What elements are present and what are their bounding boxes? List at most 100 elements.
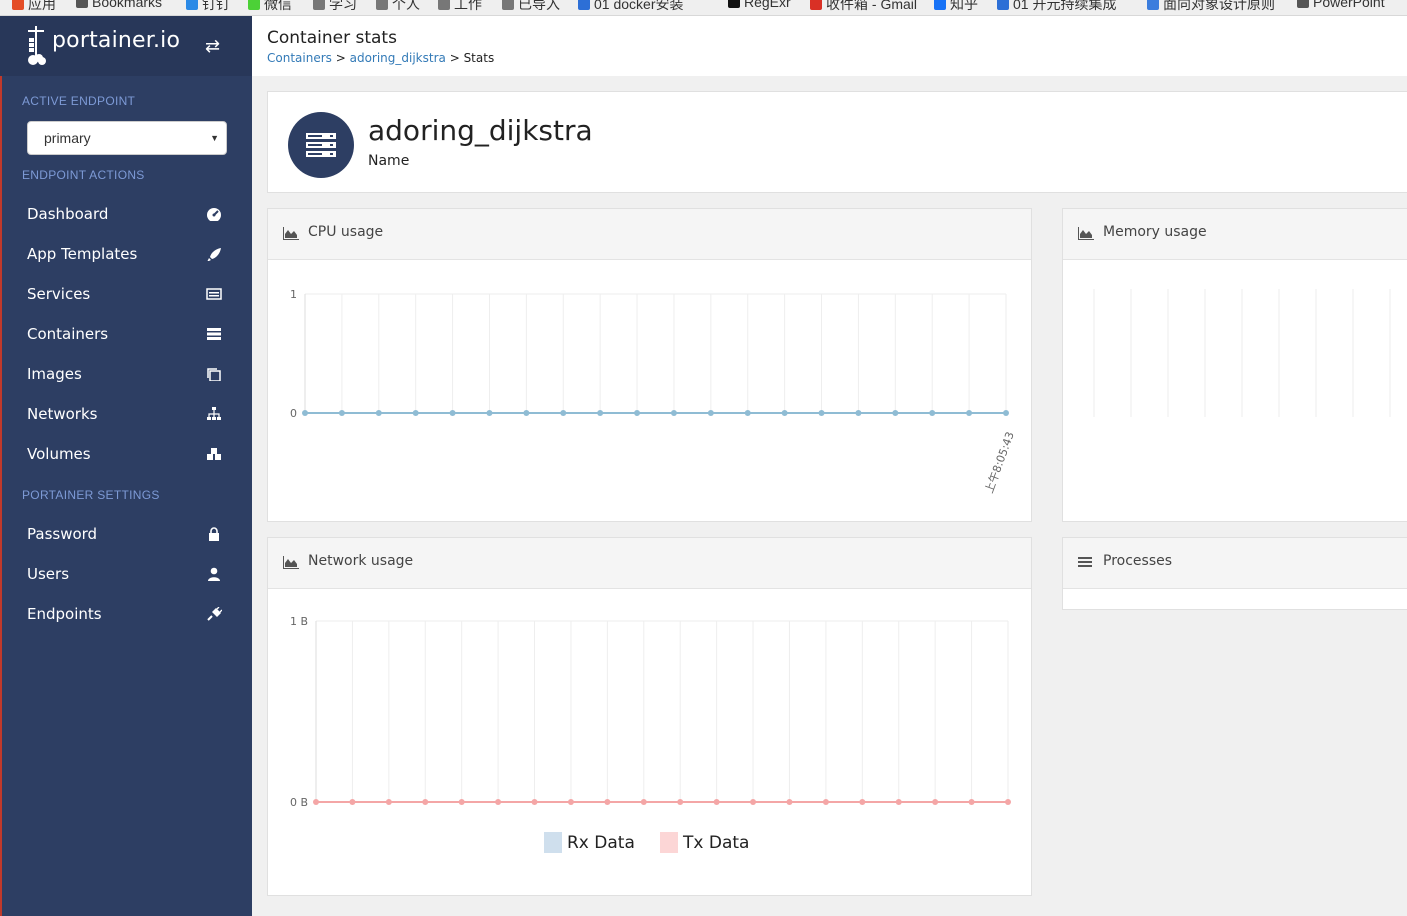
container-name: adoring_dijkstra: [368, 114, 593, 147]
bookmark-favicon-icon: [997, 0, 1009, 10]
bookmark-favicon-icon: [12, 0, 24, 10]
bookmark-favicon-icon: [76, 0, 88, 8]
sidebar-item-networks[interactable]: Networks: [0, 394, 252, 434]
sidebar-item-label: Dashboard: [27, 205, 109, 223]
brand-name: portainer.io: [52, 28, 181, 53]
data-point: [486, 410, 493, 416]
chevron-down-icon: ▼: [210, 133, 219, 143]
y-tick-label: 1 B: [290, 615, 308, 628]
sidebar-item-label: Images: [27, 365, 82, 383]
sidebar-item-services[interactable]: Services: [0, 274, 252, 314]
server-icon: [306, 133, 336, 157]
processes-panel-header: Processes: [1063, 538, 1407, 589]
legend-label: Rx Data: [567, 833, 635, 853]
bookmark-item[interactable]: PowerPoint: [1297, 0, 1385, 10]
user-icon: [208, 567, 220, 581]
endpoint-select-value: primary: [44, 130, 91, 146]
bookmark-item[interactable]: 01 docker安装: [578, 0, 683, 14]
data-point: [385, 799, 392, 805]
bookmark-item[interactable]: 收件箱 - Gmail: [810, 0, 917, 14]
breadcrumb-separator: >: [445, 51, 464, 65]
sidebar-item-label: Users: [27, 565, 70, 583]
bookmark-item[interactable]: Bookmarks: [76, 0, 162, 10]
sidebar-item-users[interactable]: Users: [0, 554, 252, 594]
data-point: [1005, 799, 1011, 805]
breadcrumb-containers-link[interactable]: Containers: [267, 51, 332, 65]
data-point: [560, 410, 567, 416]
bookmark-label: RegExr: [744, 0, 791, 10]
sidebar-item-password[interactable]: Password: [0, 514, 252, 554]
data-point: [449, 410, 456, 416]
bookmark-label: 01 docker安装: [594, 0, 684, 12]
sidebar-item-volumes[interactable]: Volumes: [0, 434, 252, 474]
plug-icon: [207, 607, 222, 621]
bookmark-item[interactable]: RegExr: [728, 0, 791, 10]
bookmark-item[interactable]: 应用: [12, 0, 56, 14]
services-list-icon: [206, 288, 222, 300]
memory-panel-title: Memory usage: [1103, 224, 1207, 240]
cpu-usage-chart: 0 1 上午8:05:43: [290, 288, 1017, 495]
bookmark-item[interactable]: 个人: [376, 0, 420, 14]
breadcrumb: Containers > adoring_dijkstra > Stats: [267, 51, 494, 65]
bookmark-favicon-icon: [728, 0, 740, 8]
legend-swatch: [660, 832, 678, 853]
sidebar-item-endpoints[interactable]: Endpoints: [0, 594, 252, 634]
data-point: [375, 410, 382, 416]
sidebar-item-app-templates[interactable]: App Templates: [0, 234, 252, 274]
breadcrumb-container-link[interactable]: adoring_dijkstra: [350, 51, 446, 65]
bookmark-favicon-icon: [1147, 0, 1159, 10]
bookmark-label: 应用: [28, 0, 56, 12]
bookmark-item[interactable]: 知乎: [934, 0, 978, 14]
bookmark-item[interactable]: 微信: [248, 0, 292, 14]
area-chart-icon: [283, 227, 299, 240]
data-point: [422, 799, 429, 805]
data-point: [859, 799, 866, 805]
clone-icon: [207, 368, 221, 381]
sidebar-toggle-icon[interactable]: ⇄: [205, 36, 220, 57]
data-point: [855, 410, 862, 416]
processes-panel-title: Processes: [1103, 553, 1173, 569]
brand-header: portainer.io ⇄: [0, 16, 252, 76]
memory-usage-panel: Memory usage: [1062, 208, 1407, 522]
rocket-icon: [207, 248, 221, 261]
bookmark-favicon-icon: [934, 0, 946, 10]
y-tick-label: 0 B: [290, 796, 308, 809]
data-point: [968, 799, 975, 805]
data-point: [495, 799, 502, 805]
data-point: [597, 410, 604, 416]
sidebar-item-label: Networks: [27, 405, 98, 423]
data-point: [634, 410, 641, 416]
data-point: [677, 799, 684, 805]
bookmark-item[interactable]: 已导入: [502, 0, 560, 14]
bookmark-label: 微信: [264, 0, 292, 12]
bookmark-item[interactable]: 工作: [438, 0, 482, 14]
data-point: [349, 799, 356, 805]
data-point: [895, 799, 902, 805]
bookmark-item[interactable]: 面向对象设计原则: [1147, 0, 1275, 14]
cubes-icon: [207, 448, 221, 460]
sidebar-item-label: Volumes: [27, 445, 91, 463]
page-title: Container stats: [267, 28, 397, 48]
breadcrumb-current: Stats: [463, 51, 495, 65]
bookmark-item[interactable]: 钉钉: [186, 0, 230, 14]
bookmark-item[interactable]: 01 开元持续集成: [997, 0, 1116, 14]
endpoint-select[interactable]: primary ▼: [27, 121, 227, 155]
network-panel-header: Network usage: [268, 538, 1031, 589]
container-name-label: Name: [368, 153, 410, 169]
data-point: [523, 410, 530, 416]
bookmark-favicon-icon: [438, 0, 450, 10]
sidebar-item-dashboard[interactable]: Dashboard: [0, 194, 252, 234]
bookmark-favicon-icon: [810, 0, 822, 10]
legend-label: Tx Data: [682, 833, 749, 853]
data-point: [966, 410, 973, 416]
bookmark-item[interactable]: 学习: [313, 0, 357, 14]
bookmark-favicon-icon: [578, 0, 590, 10]
sidebar-item-label: Endpoints: [27, 605, 102, 623]
data-point: [531, 799, 538, 805]
portainer-logo-icon: [28, 26, 46, 65]
sidebar-item-images[interactable]: Images: [0, 354, 252, 394]
active-endpoint-heading: ACTIVE ENDPOINT: [22, 94, 136, 108]
sidebar-item-label: Containers: [27, 325, 109, 343]
data-point: [818, 410, 825, 416]
sidebar-item-containers[interactable]: Containers: [0, 314, 252, 354]
